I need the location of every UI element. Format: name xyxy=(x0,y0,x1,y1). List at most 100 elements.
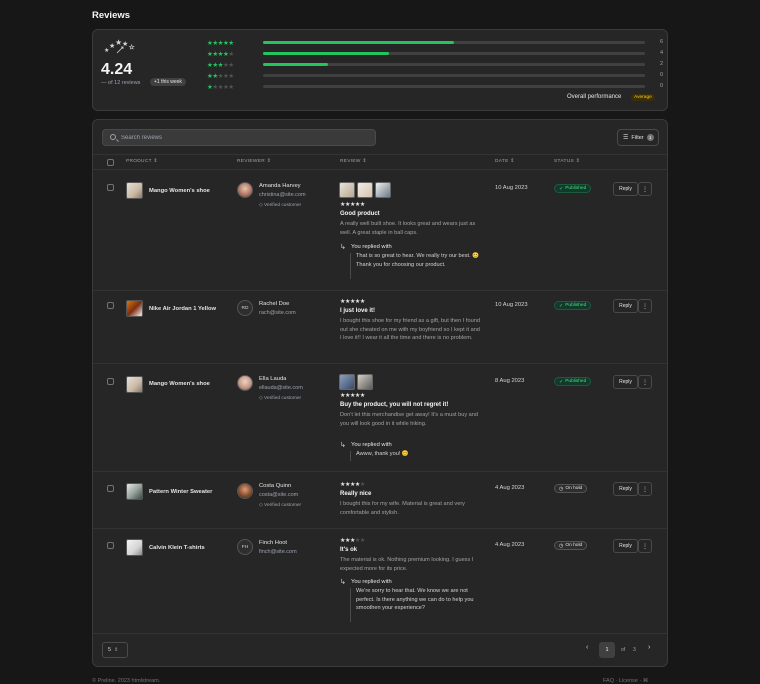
verified-customer: ◇ Verified customer xyxy=(259,503,302,508)
rating-distribution-row: ★★★★★ 2 xyxy=(207,60,663,69)
more-vertical-icon[interactable]: ⋮ xyxy=(638,299,652,313)
current-page[interactable]: 1 xyxy=(599,642,615,658)
rating-progress-fill xyxy=(263,63,328,66)
verified-customer: ◇ Verified customer xyxy=(259,203,302,208)
reviewer-name: Ella Lauda xyxy=(259,376,287,382)
table-row: Mango Women's shoe Amanda Harvey christi… xyxy=(93,170,667,291)
review-photo[interactable] xyxy=(375,182,391,198)
filter-label: Filter xyxy=(631,134,644,141)
rating-progress-bar xyxy=(263,41,645,44)
more-vertical-icon[interactable]: ⋮ xyxy=(638,182,652,196)
rating-distribution-row: ★★★★★ 6 xyxy=(207,38,663,47)
rating-distribution-row: ★★★★★ 0 xyxy=(207,71,663,80)
row-checkbox[interactable] xyxy=(107,184,114,191)
row-checkbox[interactable] xyxy=(107,302,114,309)
reviewer-email: christina@site.com xyxy=(259,192,306,198)
reply-label: You replied with xyxy=(351,244,392,250)
next-page-icon[interactable]: › xyxy=(648,644,650,651)
reviewer-avatar: RD xyxy=(237,300,253,316)
column-header-product[interactable]: PRODUCT ⇕ xyxy=(126,159,158,164)
rating-count: 2 xyxy=(659,61,663,67)
select-all-checkbox[interactable] xyxy=(107,159,114,166)
status-badge: ◷ On hold xyxy=(554,541,588,550)
review-body: Don't let this merchandise get away! It'… xyxy=(340,412,479,427)
reviewer-avatar xyxy=(237,182,253,198)
reviewer-avatar: FH xyxy=(237,539,253,555)
more-vertical-icon[interactable]: ⋮ xyxy=(638,482,652,496)
footer-links[interactable]: FAQ · License · ⌘ xyxy=(603,678,648,684)
rating-distribution-row: ★★★★★ 0 xyxy=(207,82,663,91)
pagination: 5 ⇕ ‹ 1 of 3 › xyxy=(93,636,667,666)
product-thumbnail xyxy=(126,182,143,199)
review-body: I bought this for my wife. Material is g… xyxy=(340,501,465,516)
reviewer-name: Rachel Doe xyxy=(259,301,290,307)
rating-progress-bar xyxy=(263,52,645,55)
search-box[interactable] xyxy=(102,129,376,146)
previous-page-icon[interactable]: ‹ xyxy=(586,644,588,651)
review-rating-stars: ★★★★★ xyxy=(340,538,365,544)
row-checkbox[interactable] xyxy=(107,542,114,549)
reply-arrow-icon: ↳ xyxy=(340,244,346,251)
reviewer-name: Costa Quinn xyxy=(259,483,292,489)
review-photo[interactable] xyxy=(339,182,355,198)
reviewer-email: finch@site.com xyxy=(259,549,297,555)
more-vertical-icon[interactable]: ⋮ xyxy=(638,539,652,553)
svg-text:★: ★ xyxy=(115,39,122,47)
reply-divider xyxy=(350,253,351,279)
column-header-status[interactable]: STATUS ⇕ xyxy=(554,159,580,164)
product-thumbnail xyxy=(126,483,143,500)
per-page-select[interactable]: 5 ⇕ xyxy=(102,642,128,658)
rating-stars: ★★★★★ xyxy=(207,50,234,58)
rating-stars: ★★★★★ xyxy=(207,61,234,69)
product-name[interactable]: Mango Women's shoe xyxy=(149,188,210,194)
product-name[interactable]: Mango Women's shoe xyxy=(149,381,210,387)
rating-progress-bar xyxy=(263,74,645,77)
reply-body: We're sorry to hear that. We know we are… xyxy=(356,588,474,611)
reply-button[interactable]: Reply xyxy=(613,482,638,496)
review-date: 10 Aug 2023 xyxy=(495,302,528,308)
review-rating-stars: ★★★★★ xyxy=(340,393,365,399)
product-name[interactable]: Nike Air Jordan 1 Yellow xyxy=(149,306,216,312)
week-badge: +1 this week xyxy=(150,78,186,86)
product-name[interactable]: Pattern Winter Sweater xyxy=(149,489,212,495)
reply-button[interactable]: Reply xyxy=(613,182,638,196)
review-body: I bought this shoe for my friend as a gi… xyxy=(340,318,480,341)
status-badge: ✓ Published xyxy=(554,377,592,386)
reviewer-email: rach@site.com xyxy=(259,310,296,316)
rating-stars: ★★★★★ xyxy=(207,83,234,91)
rating-distribution-row: ★★★★★ 4 xyxy=(207,49,663,58)
more-vertical-icon[interactable]: ⋮ xyxy=(638,375,652,389)
rating-stars: ★★★★★ xyxy=(207,39,234,47)
page-title: Reviews xyxy=(92,10,131,21)
review-photo[interactable] xyxy=(339,374,355,390)
review-date: 4 Aug 2023 xyxy=(495,485,525,491)
review-photo[interactable] xyxy=(357,374,373,390)
row-checkbox[interactable] xyxy=(107,378,114,385)
reply-button[interactable]: Reply xyxy=(613,539,638,553)
reply-body: That is so great to hear. We really try … xyxy=(356,253,480,268)
filter-icon: ☰ xyxy=(623,135,629,141)
review-photo[interactable] xyxy=(357,182,373,198)
column-header-review[interactable]: REVIEW ⇕ xyxy=(340,159,367,164)
reply-divider xyxy=(350,451,351,461)
shield-check-icon: ◇ xyxy=(259,203,263,208)
column-header-reviewer[interactable]: REVIEWER ⇕ xyxy=(237,159,271,164)
review-title: Good product xyxy=(340,211,380,217)
filter-button[interactable]: ☰ Filter 1 xyxy=(617,129,659,146)
check-icon: ✓ xyxy=(559,302,564,309)
reply-button[interactable]: Reply xyxy=(613,299,638,313)
reply-button[interactable]: Reply xyxy=(613,375,638,389)
page-of-label: of xyxy=(621,647,626,653)
svg-text:★: ★ xyxy=(129,44,134,51)
review-rating-stars: ★★★★★ xyxy=(340,299,365,305)
search-input[interactable] xyxy=(121,133,361,143)
review-photos xyxy=(339,374,373,390)
footer-copyright: © Preline. 2023 htmlstream. xyxy=(92,678,161,684)
row-checkbox[interactable] xyxy=(107,485,114,492)
column-header-date[interactable]: DATE ⇕ xyxy=(495,159,515,164)
reviewer-name: Finch Hoot xyxy=(259,540,288,546)
reviewer-avatar xyxy=(237,375,253,391)
product-name[interactable]: Calvin Klein T-shirts xyxy=(149,545,205,551)
rating-count: 4 xyxy=(659,50,663,56)
review-date: 8 Aug 2023 xyxy=(495,378,525,384)
